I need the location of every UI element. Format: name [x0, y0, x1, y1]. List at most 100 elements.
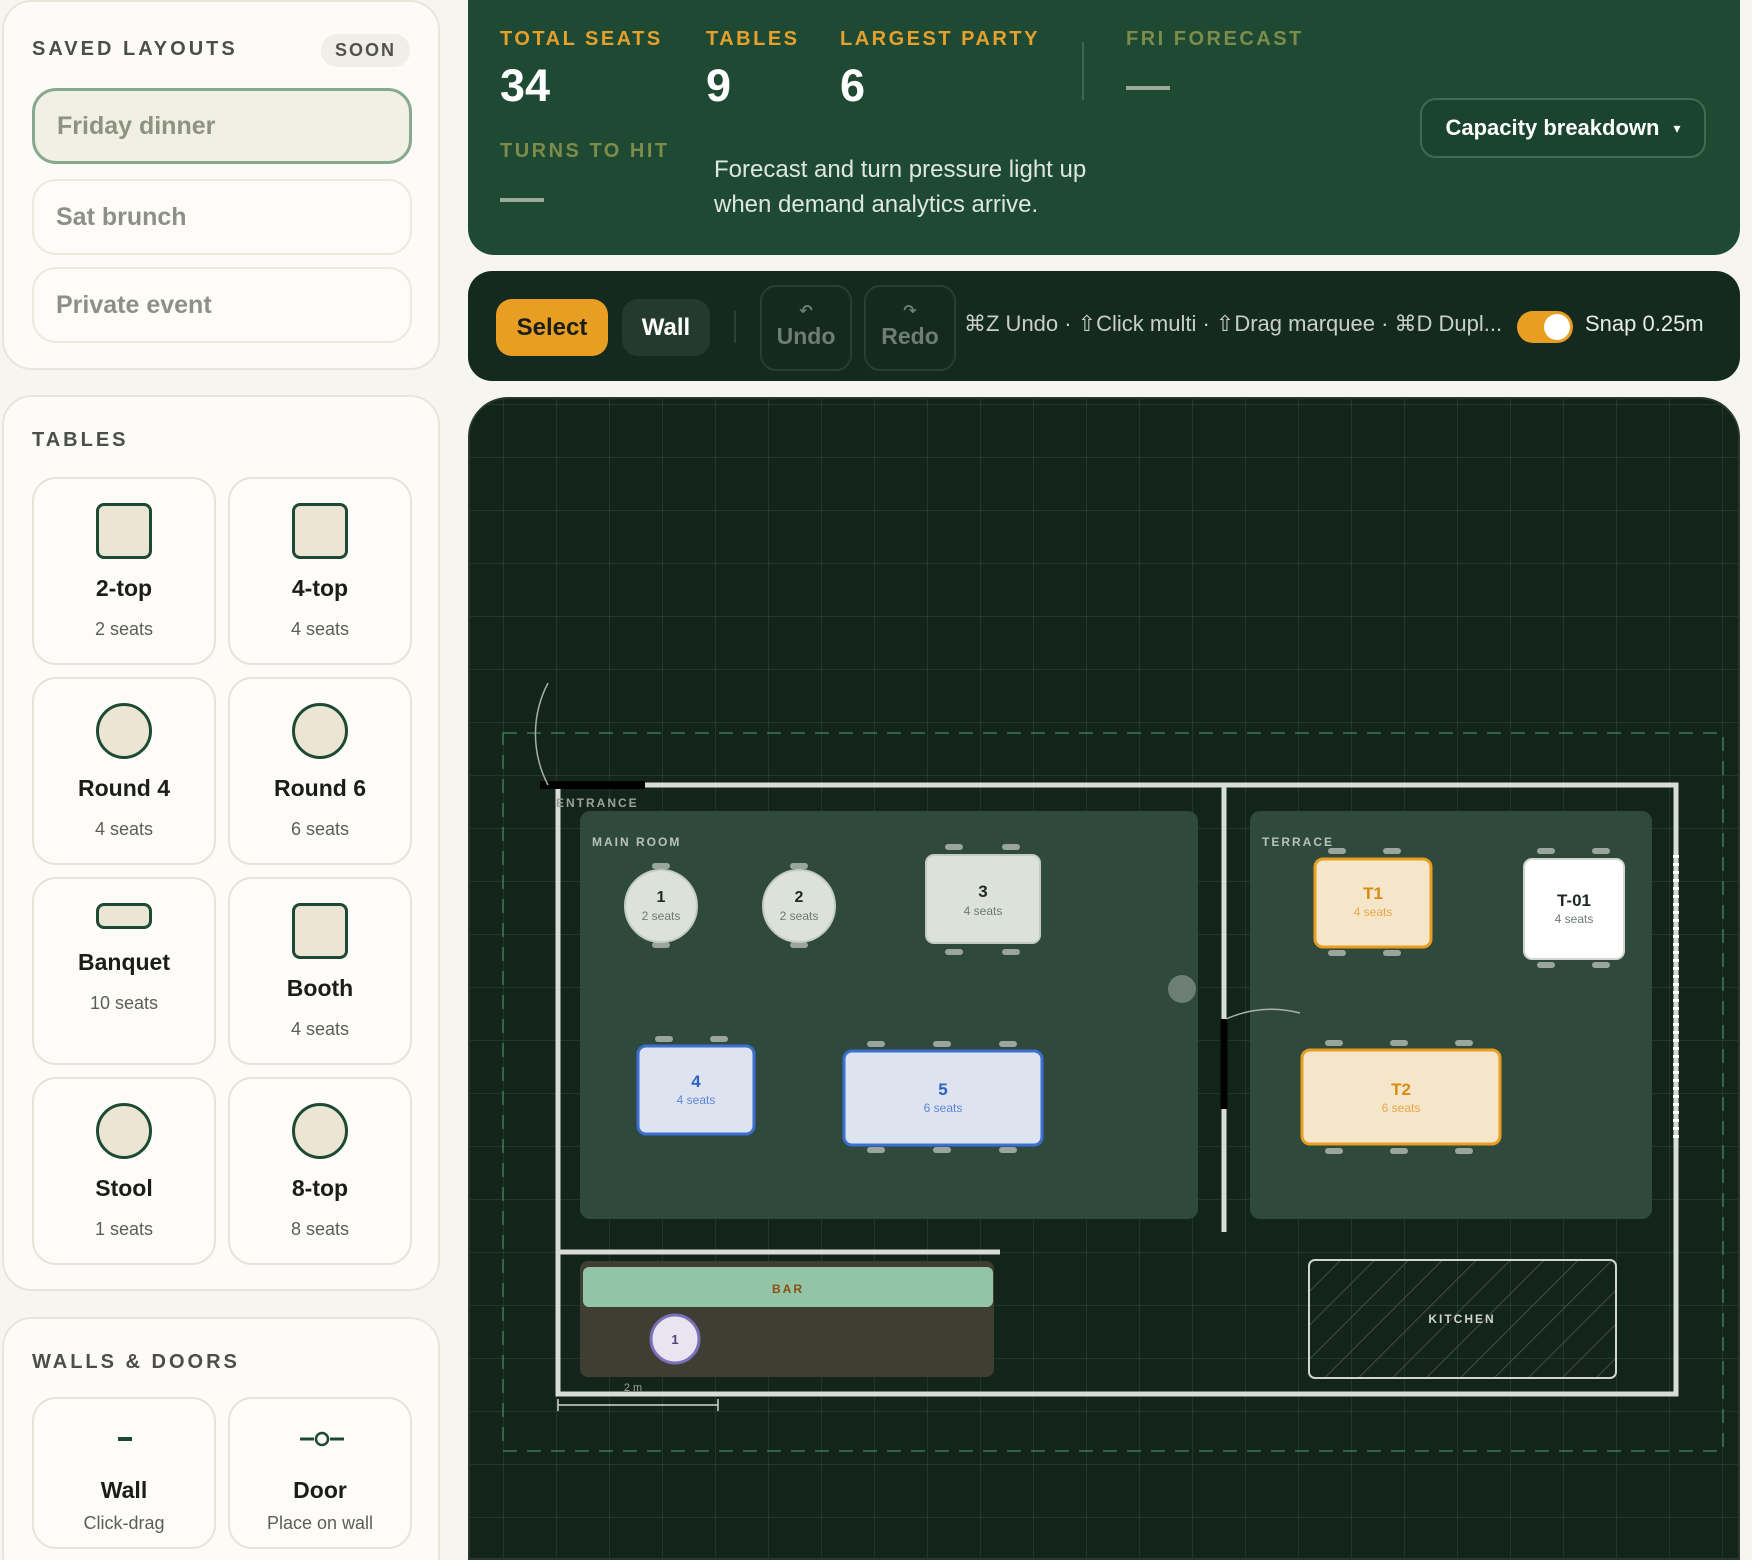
- undo-button[interactable]: ↶ Undo: [760, 285, 852, 371]
- tile-seats: 6 seats: [290, 819, 350, 839]
- floor-plan-svg: ENTRANCE MAIN ROOM TERRACE 1 2 seats 2 2…: [502, 682, 1724, 1452]
- select-tool-button[interactable]: Select: [496, 299, 608, 356]
- layout-friday-dinner[interactable]: Friday dinner: [32, 88, 412, 164]
- table-seats: 4 seats: [1555, 912, 1594, 926]
- tile-seats: 1 seats: [94, 1219, 154, 1239]
- tile-seats: 2 seats: [94, 619, 154, 639]
- tables-label: TABLES: [706, 28, 800, 50]
- table-label: 5: [938, 1080, 947, 1099]
- tile-name: Booth: [286, 975, 354, 1001]
- table-tile-round-4[interactable]: Round 4 4 seats: [32, 677, 216, 865]
- walls-doors-panel: WALLS & DOORS Wall Click-drag Door Place…: [2, 1317, 440, 1560]
- largest-party-value: 6: [840, 60, 866, 111]
- tile-seats: 4 seats: [290, 619, 350, 639]
- toggle-knob: [1544, 314, 1570, 340]
- snap-label: Snap 0.25m: [1585, 311, 1704, 336]
- entrance-door-swing: [534, 682, 549, 786]
- tile-seats: 4 seats: [94, 819, 154, 839]
- terrace-label: TERRACE: [1262, 835, 1334, 849]
- table-seats: 2 seats: [780, 909, 819, 923]
- tile-name: Wall: [100, 1477, 148, 1503]
- table-t-01[interactable]: T-01 4 seats: [1523, 848, 1625, 968]
- floor-plan-canvas[interactable]: ENTRANCE MAIN ROOM TERRACE 1 2 seats 2 2…: [468, 397, 1740, 1560]
- table-tile-8-top[interactable]: 8-top 8 seats: [228, 1077, 412, 1265]
- table-label: 2: [795, 889, 804, 906]
- tile-name: 2-top: [95, 575, 153, 601]
- table-4[interactable]: 4 4 seats: [636, 1036, 756, 1136]
- total-seats-label: TOTAL SEATS: [500, 28, 663, 50]
- total-seats-value: 34: [500, 60, 551, 111]
- layout-sat-brunch[interactable]: Sat brunch: [32, 179, 412, 255]
- undo-label: Undo: [776, 323, 836, 349]
- tile-name: Stool: [95, 1175, 153, 1201]
- editor-toolbar: Select Wall ↶ Undo ↷ Redo ⌘Z Undo · ⇧Cli…: [468, 271, 1740, 381]
- table-label: 1: [657, 889, 666, 906]
- stats-header: TOTAL SEATS 34 TABLES 9 LARGEST PARTY 6 …: [468, 0, 1740, 255]
- turns-to-hit-label: TURNS TO HIT: [500, 140, 670, 162]
- saved-layouts-panel: SAVED LAYOUTS SOON Friday dinner Sat bru…: [2, 0, 440, 370]
- table-tile-booth[interactable]: Booth 4 seats: [228, 877, 412, 1065]
- banquet-table-icon: [96, 903, 152, 929]
- table-tile-stool[interactable]: Stool 1 seats: [32, 1077, 216, 1265]
- bar-counter[interactable]: BAR: [583, 1267, 993, 1307]
- tables-title: TABLES: [32, 429, 129, 451]
- stool-label: 1: [671, 1332, 678, 1347]
- tables-value: 9: [706, 60, 732, 111]
- tile-seats: 8 seats: [290, 1219, 350, 1239]
- tile-name: 4-top: [291, 575, 349, 601]
- table-label: T2: [1391, 1080, 1411, 1099]
- tile-seats: 10 seats: [89, 993, 159, 1013]
- table-tile-banquet[interactable]: Banquet 10 seats: [32, 877, 216, 1065]
- redo-label: Redo: [881, 323, 939, 349]
- table-label: T1: [1363, 884, 1383, 903]
- table-3[interactable]: 3 4 seats: [925, 844, 1041, 955]
- capacity-breakdown-button[interactable]: Capacity breakdown ▾: [1420, 98, 1706, 158]
- tile-name: Door: [293, 1477, 347, 1503]
- soon-badge: SOON: [320, 34, 410, 67]
- tile-sub: Click-drag: [83, 1513, 165, 1533]
- table-tile-4-top[interactable]: 4-top 4 seats: [228, 477, 412, 665]
- square-table-icon: [292, 503, 348, 559]
- largest-party-label: LARGEST PARTY: [840, 28, 1040, 50]
- table-tile-round-6[interactable]: Round 6 6 seats: [228, 677, 412, 865]
- round-table-icon: [292, 1103, 348, 1159]
- redo-button[interactable]: ↷ Redo: [864, 285, 956, 371]
- tile-name: Round 4: [78, 775, 170, 801]
- tables-panel: TABLES 2-top 2 seats 4-top 4 seats Round…: [2, 395, 440, 1291]
- table-t1[interactable]: T1 4 seats: [1313, 848, 1433, 956]
- saved-layouts-title: SAVED LAYOUTS: [32, 38, 238, 60]
- toolbar-divider: [734, 311, 736, 343]
- table-seats: 4 seats: [964, 904, 1003, 918]
- shortcut-hints: ⌘Z Undo · ⇧Click multi · ⇧Drag marquee ·…: [964, 311, 1503, 336]
- turns-to-hit-value: [500, 198, 544, 202]
- snap-toggle[interactable]: [1517, 311, 1573, 343]
- door-icon: [300, 1431, 344, 1447]
- bar-label: BAR: [772, 1282, 804, 1296]
- stool-icon: [96, 1103, 152, 1159]
- message-line: when demand analytics arrive.: [714, 191, 1039, 218]
- tile-name: 8-top: [291, 1175, 349, 1201]
- divider: [1082, 42, 1084, 100]
- wall-tool-button[interactable]: Wall: [622, 299, 710, 356]
- table-seats: 6 seats: [924, 1101, 963, 1115]
- drag-handle[interactable]: [1168, 975, 1196, 1003]
- tile-name: Round 6: [274, 775, 366, 801]
- round-table-icon: [292, 703, 348, 759]
- table-seats: 4 seats: [677, 1093, 716, 1107]
- tile-name: Banquet: [78, 949, 170, 975]
- table-5[interactable]: 5 6 seats: [842, 1041, 1044, 1153]
- fri-forecast-value: [1126, 86, 1170, 90]
- wall-icon: [118, 1437, 132, 1441]
- table-seats: 4 seats: [1354, 905, 1393, 919]
- bar-stool-1[interactable]: 1: [649, 1313, 701, 1365]
- kitchen-label: KITCHEN: [1428, 1312, 1495, 1326]
- table-t2[interactable]: T2 6 seats: [1300, 1040, 1502, 1154]
- table-tile-2-top[interactable]: 2-top 2 seats: [32, 477, 216, 665]
- layout-private-event[interactable]: Private event: [32, 267, 412, 343]
- wall-tool-tile[interactable]: Wall Click-drag: [32, 1397, 216, 1549]
- caret-down-icon: ▾: [1673, 119, 1681, 136]
- main-room-label: MAIN ROOM: [592, 835, 681, 849]
- booth-table-icon: [292, 903, 348, 959]
- door-tool-tile[interactable]: Door Place on wall: [228, 1397, 412, 1549]
- redo-icon: ↷: [903, 303, 917, 320]
